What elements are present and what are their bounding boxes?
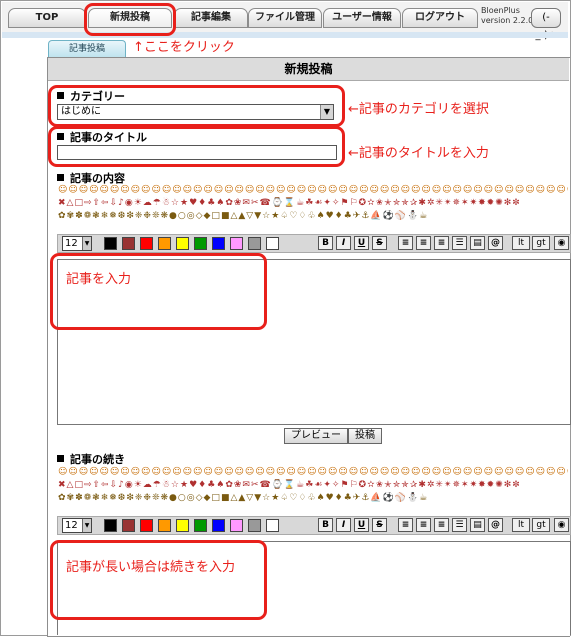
emoji-palette-row[interactable]: ☺☺☺☺☺☺☺☺☺☺☺☺☺☺☺☺☺☺☺☺☺☺☺☺☺☺☺☺☺☺☺☺☺☺☺☺☺☺☺☺… <box>58 184 568 196</box>
highlight-continuation <box>50 540 267 620</box>
color-swatch[interactable] <box>158 237 171 250</box>
format-toolbar: 12 ▼ B I U S ≡ ≡ ≡ ☰ ▤ @ lt gt ◉ <box>57 516 571 535</box>
color-swatch[interactable] <box>266 519 279 532</box>
color-swatch[interactable] <box>176 519 189 532</box>
annotation-enter-title: ←記事のタイトルを入力 <box>348 146 489 161</box>
color-swatch[interactable] <box>230 237 243 250</box>
preview-button[interactable]: プレビュー <box>284 428 348 444</box>
link-icon[interactable]: @ <box>488 236 503 250</box>
lt-button[interactable]: lt <box>512 518 530 532</box>
globe-icon[interactable]: ◉ <box>554 518 569 532</box>
italic-button[interactable]: I <box>336 236 351 250</box>
align-left-icon[interactable]: ≡ <box>398 518 413 532</box>
align-right-icon[interactable]: ≡ <box>434 518 449 532</box>
color-swatch[interactable] <box>248 519 261 532</box>
bold-button[interactable]: B <box>318 518 333 532</box>
emoji-palette-row[interactable]: ✖△□⇨⇧⇦⇩♪◉☀☁☂☃☆★♥♦♣♠✿❀✉✂☎⌚⌛☕☘☙✦✧⚑⚐✪✫✬✭✮✯✰… <box>58 479 568 491</box>
post-button[interactable]: 投稿 <box>348 428 382 444</box>
emoji-palette-row[interactable]: ✿✾✽❁❃❄❅❆❇❈❉❊❋●○◎◇◆□■△▲▽▼☆★♤♡♢♧♠♥♦♣✈⚓⛵⚽⚾⛄… <box>58 210 568 222</box>
font-size-select[interactable]: 12 ▼ <box>62 236 92 251</box>
align-center-icon[interactable]: ≡ <box>416 236 431 250</box>
tab-top[interactable]: TOP <box>8 8 86 28</box>
font-size-value: 12 <box>65 520 78 531</box>
list-icon[interactable]: ☰ <box>452 518 467 532</box>
color-swatch[interactable] <box>140 519 153 532</box>
annotation-select-category: ←記事のカテゴリを選択 <box>348 102 489 117</box>
align-center-icon[interactable]: ≡ <box>416 518 431 532</box>
color-swatch[interactable] <box>122 237 135 250</box>
app-name: BloenPlus <box>481 6 520 15</box>
globe-icon[interactable]: ◉ <box>554 236 569 250</box>
list-icon[interactable]: ☰ <box>452 236 467 250</box>
annotation-click-here: ↑ここをクリック <box>133 40 235 55</box>
continuation-label-text: 記事の続き <box>70 453 125 466</box>
color-swatch[interactable] <box>140 237 153 250</box>
font-size-select[interactable]: 12 ▼ <box>62 518 92 533</box>
square-bullet-icon <box>57 174 64 181</box>
strike-button[interactable]: S <box>372 518 387 532</box>
lt-button[interactable]: lt <box>512 236 530 250</box>
highlight-title <box>48 126 345 167</box>
align-left-icon[interactable]: ≡ <box>398 236 413 250</box>
color-swatch[interactable] <box>212 519 225 532</box>
subtab-post-article[interactable]: 記事投稿 <box>48 40 126 57</box>
link-icon[interactable]: @ <box>488 518 503 532</box>
highlight-new-post-tab <box>84 3 176 36</box>
emoji-palette-row[interactable]: ✖△□⇨⇧⇦⇩♪◉☀☁☂☃☆★♥♦♣♠✿❀✉✂☎⌚⌛☕☘☙✦✧⚑⚐✪✫✬✭✮✯✰… <box>58 197 568 209</box>
tab-edit-posts[interactable]: 記事編集 <box>174 8 248 28</box>
table-icon[interactable]: ▤ <box>470 236 485 250</box>
face-icon[interactable]: (-_-)+ <box>531 8 561 41</box>
color-swatch[interactable] <box>266 237 279 250</box>
tab-user-info[interactable]: ユーザー情報 <box>323 8 401 28</box>
color-swatch[interactable] <box>248 237 261 250</box>
color-swatch[interactable] <box>104 519 117 532</box>
align-right-icon[interactable]: ≡ <box>434 236 449 250</box>
annotation-enter-body: 記事を入力 <box>66 272 132 287</box>
tab-logout[interactable]: ログアウト <box>402 8 478 28</box>
highlight-content <box>50 253 267 330</box>
gt-button[interactable]: gt <box>532 518 550 532</box>
strike-button[interactable]: S <box>372 236 387 250</box>
continuation-label: 記事の続き <box>57 451 125 467</box>
underline-button[interactable]: U <box>354 236 369 250</box>
chevron-down-icon[interactable]: ▼ <box>82 519 91 532</box>
color-swatch[interactable] <box>158 519 171 532</box>
emoji-palette-row[interactable]: ✿✾✽❁❃❄❅❆❇❈❉❊❋●○◎◇◆□■△▲▽▼☆★♤♡♢♧♠♥♦♣✈⚓⛵⚽⚾⛄… <box>58 492 568 504</box>
color-swatch[interactable] <box>212 237 225 250</box>
underline-button[interactable]: U <box>354 518 369 532</box>
table-icon[interactable]: ▤ <box>470 518 485 532</box>
format-toolbar: 12 ▼ B I U S ≡ ≡ ≡ ☰ ▤ @ lt gt ◉ <box>57 234 571 253</box>
color-swatch[interactable] <box>104 237 117 250</box>
annotation-enter-continuation: 記事が長い場合は続きを入力 <box>66 560 236 575</box>
version-info: BloenPlus version 2.2.0 <box>481 6 533 26</box>
color-swatch[interactable] <box>176 237 189 250</box>
square-bullet-icon <box>57 455 64 462</box>
emoji-palette-row[interactable]: ☺☺☺☺☺☺☺☺☺☺☺☺☺☺☺☺☺☺☺☺☺☺☺☺☺☺☺☺☺☺☺☺☺☺☺☺☺☺☺☺… <box>58 466 568 478</box>
color-swatch[interactable] <box>230 519 243 532</box>
gt-button[interactable]: gt <box>532 236 550 250</box>
bold-button[interactable]: B <box>318 236 333 250</box>
italic-button[interactable]: I <box>336 518 351 532</box>
color-swatch[interactable] <box>194 519 207 532</box>
version-number: version 2.2.0 <box>481 16 534 25</box>
section-title: 新規投稿 <box>48 58 569 81</box>
color-swatch[interactable] <box>122 519 135 532</box>
highlight-category <box>48 85 345 127</box>
color-swatch[interactable] <box>194 237 207 250</box>
tab-file-management[interactable]: ファイル管理 <box>248 8 322 28</box>
chevron-down-icon[interactable]: ▼ <box>82 237 91 250</box>
font-size-value: 12 <box>65 238 78 249</box>
